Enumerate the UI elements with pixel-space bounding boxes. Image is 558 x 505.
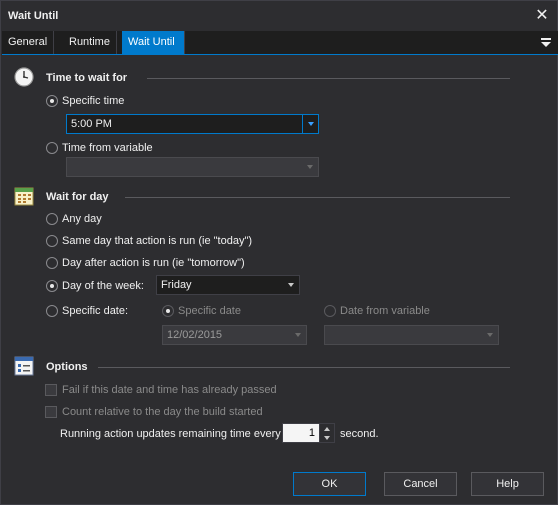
stepper-up-icon[interactable] xyxy=(320,424,334,433)
cancel-button[interactable]: Cancel xyxy=(384,472,457,496)
chevron-down-icon[interactable] xyxy=(283,276,299,294)
date-variable-dropdown[interactable] xyxy=(324,325,499,345)
day-of-week-label: Day of the week: xyxy=(62,280,144,292)
specific-time-value: 5:00 PM xyxy=(71,118,112,130)
radio-same-day[interactable] xyxy=(46,235,58,247)
help-button[interactable]: Help xyxy=(471,472,544,496)
section-divider xyxy=(98,367,510,368)
any-day-label: Any day xyxy=(62,213,102,225)
radio-day-after[interactable] xyxy=(46,257,58,269)
section-divider xyxy=(147,78,510,79)
date-from-variable-label: Date from variable xyxy=(340,305,430,317)
tab-menu-icon[interactable] xyxy=(540,35,552,49)
tab-bar: General Runtime Wait Until xyxy=(2,31,558,55)
chevron-down-icon[interactable] xyxy=(482,326,498,344)
chevron-down-icon[interactable] xyxy=(302,114,319,134)
clock-icon xyxy=(14,67,34,87)
title-bar: Wait Until ✕ xyxy=(1,1,557,31)
radio-specific-time[interactable] xyxy=(46,95,58,107)
stepper-down-icon[interactable] xyxy=(320,433,334,442)
radio-day-of-week[interactable] xyxy=(46,280,58,292)
specific-time-label: Specific time xyxy=(62,95,125,107)
tab-runtime[interactable]: Runtime xyxy=(63,31,117,54)
fail-if-passed-label: Fail if this date and time has already p… xyxy=(62,384,277,396)
updates-interval-input[interactable]: 1 xyxy=(282,423,320,443)
radio-time-from-variable[interactable] xyxy=(46,142,58,154)
ok-button[interactable]: OK xyxy=(293,472,366,496)
day-of-week-value: Friday xyxy=(161,279,192,291)
updates-prefix-label: Running action updates remaining time ev… xyxy=(60,428,281,440)
radio-specific-date-sub[interactable] xyxy=(162,305,174,317)
day-of-week-dropdown[interactable]: Friday xyxy=(156,275,300,295)
tab-general[interactable]: General xyxy=(2,31,55,54)
section-title-day: Wait for day xyxy=(46,191,109,203)
calendar-icon xyxy=(14,187,34,206)
time-from-variable-label: Time from variable xyxy=(62,142,153,154)
updates-interval-stepper[interactable] xyxy=(319,423,335,443)
dialog-window: Wait Until ✕ General Runtime Wait Until … xyxy=(0,0,558,505)
radio-specific-date[interactable] xyxy=(46,305,58,317)
day-after-label: Day after action is run (ie "tomorrow") xyxy=(62,257,245,269)
chevron-down-icon[interactable] xyxy=(290,326,306,344)
radio-any-day[interactable] xyxy=(46,213,58,225)
tab-wait-until[interactable]: Wait Until xyxy=(122,31,185,54)
specific-date-label: Specific date: xyxy=(62,305,129,317)
time-variable-dropdown[interactable] xyxy=(66,157,319,177)
specific-time-picker[interactable]: 5:00 PM xyxy=(66,114,319,134)
section-title-time: Time to wait for xyxy=(46,72,128,84)
specific-date-value: 12/02/2015 xyxy=(167,329,223,341)
checkbox-fail-if-passed[interactable] xyxy=(45,384,57,396)
chevron-down-icon[interactable] xyxy=(302,158,318,176)
radio-date-from-variable[interactable] xyxy=(324,305,336,317)
same-day-label: Same day that action is run (ie "today") xyxy=(62,235,253,247)
updates-suffix-label: second. xyxy=(340,428,379,440)
specific-date-picker[interactable]: 12/02/2015 xyxy=(162,325,307,345)
count-relative-label: Count relative to the day the build star… xyxy=(62,406,263,418)
checkbox-count-relative[interactable] xyxy=(45,406,57,418)
close-icon[interactable]: ✕ xyxy=(532,6,552,26)
window-title: Wait Until xyxy=(8,10,59,22)
section-title-options: Options xyxy=(46,361,88,373)
options-icon xyxy=(14,356,34,376)
specific-date-sub-label: Specific date xyxy=(178,305,241,317)
section-divider xyxy=(125,197,510,198)
